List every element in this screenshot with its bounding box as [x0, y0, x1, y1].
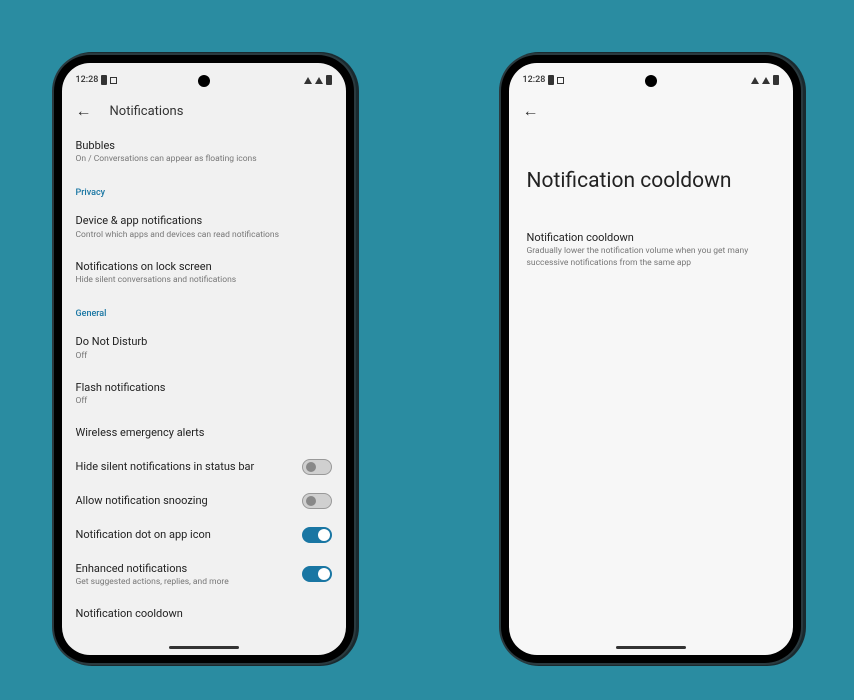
app-bar: ← Notifications	[62, 93, 346, 129]
setting-title: Notifications on lock screen	[76, 259, 332, 274]
phone-screen-left: 12:28 ← Notifications Bubbles On / Conve…	[62, 63, 346, 655]
toggle-snoozing[interactable]	[302, 493, 332, 509]
setting-title: Wireless emergency alerts	[76, 425, 332, 440]
toggle-dot[interactable]	[302, 527, 332, 543]
battery-icon	[773, 75, 779, 85]
setting-cooldown-detail[interactable]: Notification cooldown Gradually lower th…	[509, 221, 793, 280]
setting-hide-silent[interactable]: Hide silent notifications in status bar	[76, 450, 332, 484]
setting-title: Notification cooldown	[527, 231, 775, 244]
setting-wireless-alerts[interactable]: Wireless emergency alerts	[76, 416, 332, 449]
home-indicator[interactable]	[169, 646, 239, 649]
phone-screen-right: 12:28 ← Notification cooldown Notificati…	[509, 63, 793, 655]
setting-title: Flash notifications	[76, 380, 332, 395]
setting-subtitle: Gradually lower the notification volume …	[527, 246, 775, 270]
setting-title: Allow notification snoozing	[76, 493, 302, 508]
phone-frame-left: 12:28 ← Notifications Bubbles On / Conve…	[54, 55, 354, 663]
app-bar: ←	[509, 93, 793, 129]
setting-title: Bubbles	[76, 138, 332, 153]
setting-subtitle: Hide silent conversations and notificati…	[76, 275, 332, 286]
setting-subtitle: On / Conversations can appear as floatin…	[76, 154, 332, 165]
setting-title: Hide silent notifications in status bar	[76, 459, 302, 474]
status-icon	[110, 77, 117, 84]
wifi-icon	[304, 77, 312, 84]
setting-title: Notification dot on app icon	[76, 527, 302, 542]
setting-cooldown[interactable]: Notification cooldown	[76, 597, 332, 630]
setting-title: Do Not Disturb	[76, 334, 332, 349]
page-large-title: Notification cooldown	[509, 129, 793, 221]
wifi-icon	[751, 77, 759, 84]
page-title: Notifications	[110, 104, 184, 119]
back-button[interactable]: ←	[523, 101, 539, 121]
toggle-enhanced[interactable]	[302, 566, 332, 582]
toggle-hide-silent[interactable]	[302, 459, 332, 475]
status-time: 12:28	[523, 75, 546, 85]
status-time: 12:28	[76, 75, 99, 85]
camera-cutout	[198, 75, 210, 87]
signal-icon	[315, 77, 323, 84]
home-indicator[interactable]	[616, 646, 686, 649]
phone-frame-right: 12:28 ← Notification cooldown Notificati…	[501, 55, 801, 663]
camera-cutout	[645, 75, 657, 87]
status-icon	[557, 77, 564, 84]
setting-flash[interactable]: Flash notifications Off	[76, 371, 332, 416]
setting-dot[interactable]: Notification dot on app icon	[76, 518, 332, 552]
setting-subtitle: Off	[76, 351, 332, 362]
setting-title: Enhanced notifications	[76, 561, 302, 576]
back-button[interactable]: ←	[76, 101, 92, 121]
signal-icon	[762, 77, 770, 84]
setting-lock-screen[interactable]: Notifications on lock screen Hide silent…	[76, 250, 332, 295]
setting-subtitle: Off	[76, 396, 332, 407]
setting-snoozing[interactable]: Allow notification snoozing	[76, 484, 332, 518]
battery-icon	[326, 75, 332, 85]
setting-bubbles[interactable]: Bubbles On / Conversations can appear as…	[76, 129, 332, 174]
battery-icon	[548, 75, 554, 85]
battery-icon	[101, 75, 107, 85]
setting-subtitle: Get suggested actions, replies, and more	[76, 577, 302, 588]
setting-dnd[interactable]: Do Not Disturb Off	[76, 325, 332, 370]
setting-title: Device & app notifications	[76, 213, 332, 228]
section-header-privacy: Privacy	[76, 188, 332, 198]
section-header-general: General	[76, 309, 332, 319]
setting-title: Notification cooldown	[76, 606, 332, 621]
setting-enhanced[interactable]: Enhanced notifications Get suggested act…	[76, 552, 332, 597]
setting-device-app-notifications[interactable]: Device & app notifications Control which…	[76, 204, 332, 249]
setting-subtitle: Control which apps and devices can read …	[76, 230, 332, 241]
